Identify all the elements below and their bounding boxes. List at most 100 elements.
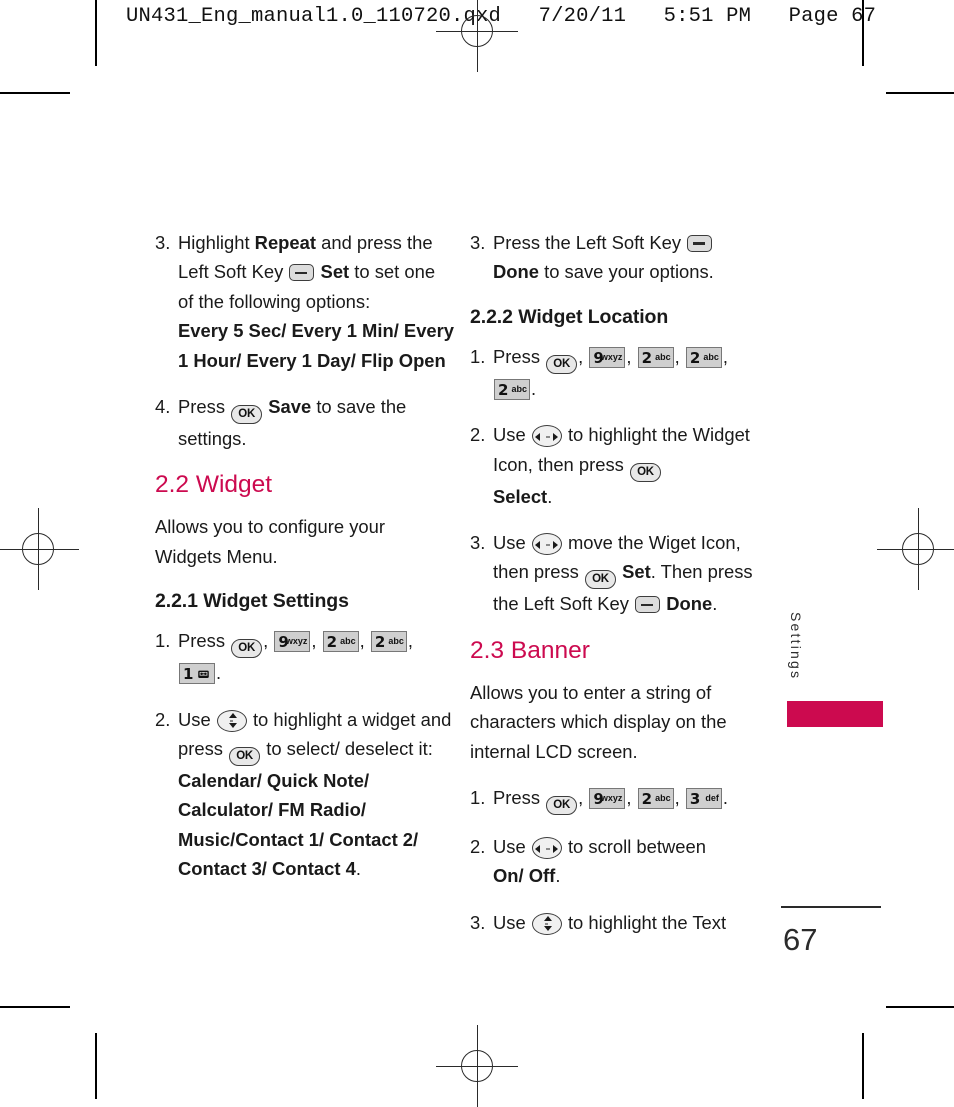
step-text: Press	[178, 396, 231, 418]
right-2-2-2-step-1: 1. Press OK, 9 wxyz, 2 abc, 2 abc, 2 abc.	[470, 342, 770, 403]
left-soft-key-icon	[687, 235, 713, 252]
emphasis-set: Set	[622, 561, 651, 583]
step-text: .	[712, 593, 718, 615]
emphasis-repeat: Repeat	[254, 232, 316, 253]
folio-rule	[781, 906, 881, 908]
emphasis-select: Select	[493, 485, 548, 507]
emphasis-set: Set	[320, 261, 350, 283]
ok-key-icon: OK	[584, 570, 616, 590]
emphasis-on-off: On/ Off	[493, 865, 556, 887]
emphasis-done: Done	[666, 593, 713, 615]
step-text: Use	[493, 424, 531, 446]
left-soft-key-icon	[289, 264, 315, 282]
navigation-key-up-down-icon	[216, 709, 247, 732]
ok-key-icon: OK	[231, 405, 263, 425]
section-heading-2-2: 2.2 Widget	[155, 471, 273, 499]
step-text: to select/ deselect it:	[261, 738, 433, 760]
right-2-3-step-3: 3. Use to highlight the Text	[470, 908, 770, 937]
widget-options-list: Calendar/ Quick Note/ Calculator/ FM Rad…	[178, 770, 419, 880]
step-text: Press	[178, 630, 231, 652]
print-header-text: UN431_Eng_manual1.0_110720.qxd 7/20/11 5…	[126, 5, 877, 28]
keypad-key-9-icon: 9 wxyz	[274, 631, 311, 653]
ok-key-icon: OK	[546, 354, 578, 374]
ok-key-icon: OK	[546, 796, 578, 816]
keypad-key-9-icon: 9 wxyz	[589, 346, 626, 368]
page-number: 67	[783, 922, 818, 957]
step-number: 3.	[470, 532, 486, 554]
step-text: Press the Left Soft Key	[493, 232, 687, 253]
step-text: .	[216, 662, 222, 684]
left-2-2-1-step-2: 2. Use to highlight a widget and press O…	[155, 705, 455, 884]
crop-mark-top-left-horizontal	[0, 92, 70, 94]
left-2-2-1-step-1: 1. Press OK, 9 wxyz, 2 abc, 2 abc, 1 .	[155, 626, 455, 687]
step-number: 3.	[155, 232, 171, 253]
step-text: .	[531, 377, 537, 399]
step-text: to highlight the Widget Icon, then press	[493, 424, 750, 475]
step-text: .	[547, 485, 553, 507]
right-2-3-step-2: 2. Use to scroll between On/ Off.	[470, 832, 770, 891]
registration-mark-right	[877, 508, 954, 590]
right-column: 3. Press the Left Soft Key Done to save …	[470, 228, 770, 954]
step-text: Use	[178, 708, 216, 730]
navigation-key-left-right-icon	[531, 425, 562, 448]
step-text: .	[355, 858, 361, 880]
navigation-key-up-down-icon	[531, 912, 562, 935]
step-number: 1.	[155, 630, 171, 652]
side-tab-label: Settings	[788, 612, 804, 681]
step-text: to save your options.	[538, 261, 714, 283]
left-step-4: 4. Press OK Save to save the settings.	[155, 392, 455, 453]
side-tab-color-block	[787, 701, 883, 727]
keypad-key-2-icon: 2 abc	[370, 631, 407, 653]
section-2-3-body: Allows you to enter a string of characte…	[470, 681, 727, 762]
left-soft-key-icon	[635, 596, 661, 614]
step-number: 3.	[470, 232, 486, 253]
step-number: 2.	[155, 708, 171, 730]
step-text: Use	[493, 836, 531, 858]
step-number: 4.	[155, 396, 171, 418]
registration-mark-top-center	[436, 0, 518, 72]
emphasis-save: Save	[268, 396, 312, 418]
repeat-options-list: Every 5 Sec/ Every 1 Min/ Every 1 Hour/ …	[178, 320, 455, 371]
section-heading-2-3: 2.3 Banner	[470, 636, 590, 664]
subsection-heading-2-2-1: 2.2.1 Widget Settings	[155, 590, 349, 613]
step-text: .	[555, 865, 561, 887]
left-column: 3. Highlight Repeat and press the Left S…	[155, 228, 455, 901]
subsection-heading-2-2-2: 2.2.2 Widget Location	[470, 305, 669, 328]
keypad-key-2-icon: 2 abc	[685, 346, 722, 368]
step-text: Highlight	[178, 232, 255, 253]
step-number: 1.	[470, 345, 486, 367]
left-step-3: 3. Highlight Repeat and press the Left S…	[155, 228, 455, 375]
crop-mark-bottom-right-horizontal	[886, 1006, 954, 1008]
crop-mark-top-right-vertical	[862, 0, 864, 66]
section-2-2-body: Allows you to configure your Widgets Men…	[155, 516, 385, 567]
emphasis-done: Done	[493, 261, 539, 283]
keypad-key-2-icon: 2 abc	[322, 631, 359, 653]
keypad-key-1-icon: 1	[179, 663, 215, 685]
navigation-key-left-right-icon	[531, 837, 562, 860]
step-number: 3.	[470, 911, 486, 933]
keypad-key-2-icon: 2 abc	[494, 378, 530, 400]
crop-mark-bottom-left-vertical	[95, 1033, 97, 1099]
step-text: to scroll between	[562, 836, 706, 858]
step-number: 2.	[470, 836, 486, 858]
step-text: Use	[493, 911, 531, 933]
keypad-key-2-icon: 2 abc	[637, 788, 674, 810]
ok-key-icon: OK	[629, 462, 661, 482]
ok-key-icon: OK	[231, 639, 263, 659]
crop-mark-bottom-right-vertical	[862, 1033, 864, 1099]
step-text: .	[722, 787, 728, 809]
ok-key-icon: OK	[229, 747, 261, 767]
keypad-key-3-icon: 3 def	[685, 788, 722, 810]
registration-mark-left	[0, 508, 79, 590]
voicemail-icon	[198, 670, 209, 679]
step-text: to highlight the Text	[562, 911, 727, 933]
step-number: 1.	[470, 787, 486, 809]
step-number: 2.	[470, 424, 486, 446]
crop-mark-top-left-vertical	[95, 0, 97, 66]
crop-mark-bottom-left-horizontal	[0, 1006, 70, 1008]
step-text: Use	[493, 532, 531, 554]
right-step-3: 3. Press the Left Soft Key Done to save …	[470, 228, 770, 287]
navigation-key-left-right-icon	[531, 533, 562, 556]
step-text: Press	[493, 787, 546, 809]
crop-mark-top-right-horizontal	[886, 92, 954, 94]
